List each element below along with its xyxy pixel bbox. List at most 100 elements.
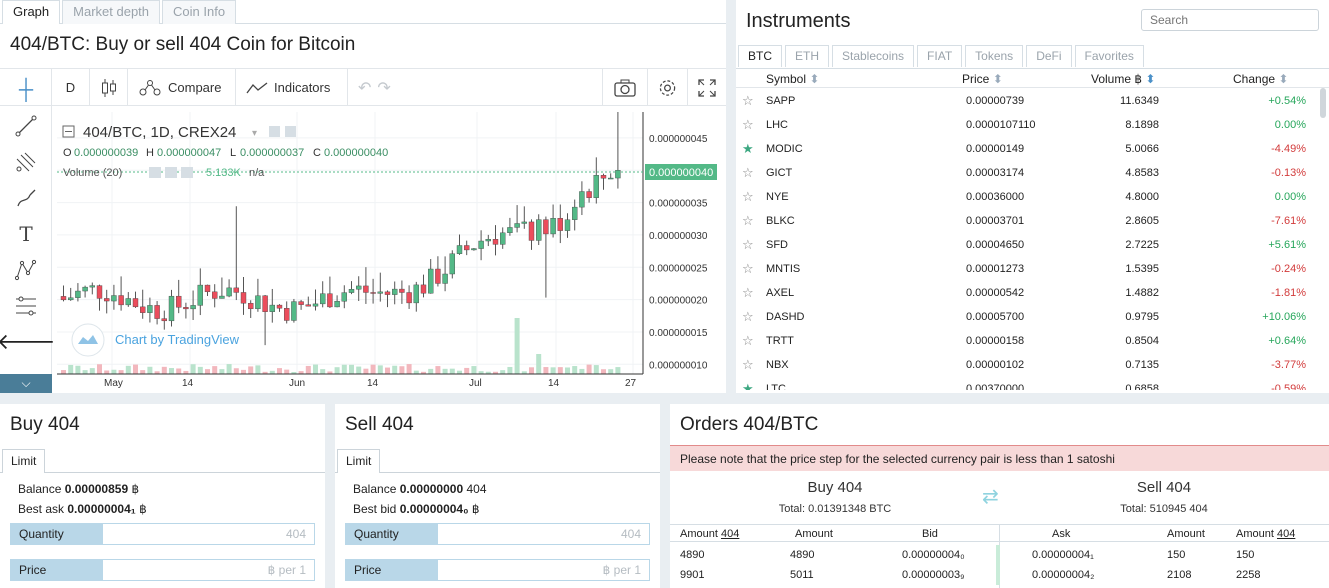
instrument-volume: 0.7135 xyxy=(1125,359,1159,371)
volume-label: Volume (20) xyxy=(63,167,122,179)
candle-body xyxy=(442,273,448,284)
ohlc-low: 0.000000037 xyxy=(240,147,304,159)
sell-limit-tab[interactable]: Limit xyxy=(337,449,381,473)
volume-bar xyxy=(608,369,614,374)
collapse-toolbar-button[interactable]: ⌵ xyxy=(0,374,52,393)
volume-bar xyxy=(104,370,110,374)
tab-market-depth[interactable]: Market depth xyxy=(62,0,161,24)
brush-icon[interactable] xyxy=(12,184,40,212)
instrument-row[interactable]: ★ MODIC 0.00000149 5.0066 -4.49% xyxy=(736,138,1316,162)
tab-fiat[interactable]: FIAT xyxy=(917,45,963,67)
favorite-star-icon[interactable]: ★ xyxy=(742,141,754,157)
instrument-symbol: DASHD xyxy=(766,311,805,323)
svg-text:L: L xyxy=(230,147,236,159)
eye-icon[interactable] xyxy=(269,126,280,137)
sort-icon: ⬍ xyxy=(1278,72,1289,86)
buy-limit-tab[interactable]: Limit xyxy=(2,449,46,473)
instrument-row[interactable]: ☆ BLKC 0.00003701 2.8605 -7.61% xyxy=(736,210,1316,234)
candle-body xyxy=(204,284,211,293)
interval-button[interactable]: D xyxy=(52,69,90,106)
favorite-star-icon[interactable]: ☆ xyxy=(742,117,754,133)
sort-price[interactable]: Price ⬍ xyxy=(962,72,1003,86)
instrument-row[interactable]: ☆ SAPP 0.00000739 11.6349 +0.54% xyxy=(736,90,1316,114)
tradingview-link[interactable]: Chart by TradingView xyxy=(115,332,240,347)
tradingview-logo xyxy=(71,323,105,357)
tab-tokens[interactable]: Tokens xyxy=(965,45,1024,67)
indicators-button[interactable]: Indicators xyxy=(236,69,348,106)
tab-stablecoins[interactable]: Stablecoins xyxy=(832,45,915,67)
swap-icon[interactable]: ⇄ xyxy=(982,484,999,509)
favorite-star-icon[interactable]: ☆ xyxy=(742,357,754,373)
candle-body xyxy=(67,297,74,301)
instrument-row[interactable]: ☆ SFD 0.00004650 2.7225 +5.61% xyxy=(736,234,1316,258)
favorite-star-icon[interactable]: ☆ xyxy=(742,333,754,349)
sort-symbol[interactable]: Symbol ⬍ xyxy=(766,72,819,86)
instrument-row[interactable]: ☆ GICT 0.00003174 4.8583 -0.13% xyxy=(736,162,1316,186)
sell-price-field[interactable]: Price ฿ per 1 xyxy=(345,559,650,581)
instrument-volume: 2.8605 xyxy=(1125,215,1159,227)
search-input[interactable] xyxy=(1141,9,1319,31)
undo-icon[interactable]: ↶ xyxy=(358,78,371,98)
instrument-row[interactable]: ☆ LHC 0.0000107110 8.1898 0.00% xyxy=(736,114,1316,138)
tab-favorites[interactable]: Favorites xyxy=(1074,45,1144,67)
tab-coin-info[interactable]: Coin Info xyxy=(162,0,237,24)
instrument-row[interactable]: ☆ MNTIS 0.00001273 1.5395 -0.24% xyxy=(736,258,1316,282)
instrument-row[interactable]: ☆ NBX 0.00000102 0.7135 -3.77% xyxy=(736,354,1316,378)
price-chart[interactable]: 0.000000045 0.000000040 0.000000035 0.00000… xyxy=(57,112,726,392)
settings-small-icon[interactable] xyxy=(285,126,296,137)
instrument-row[interactable]: ☆ NYE 0.00036000 4.8000 0.00% xyxy=(736,186,1316,210)
favorite-star-icon[interactable]: ☆ xyxy=(742,213,754,229)
pattern-icon[interactable] xyxy=(12,256,40,284)
instrument-row[interactable]: ★ LTC 0.00370000 0.6858 -0.59% xyxy=(736,378,1316,390)
instruments-scrollbar[interactable] xyxy=(1320,88,1326,118)
tab-eth[interactable]: ETH xyxy=(785,45,829,67)
favorite-star-icon[interactable]: ☆ xyxy=(742,165,754,181)
candles-icon xyxy=(101,78,116,97)
redo-icon[interactable]: ↷ xyxy=(377,78,390,98)
text-tool-icon[interactable]: T xyxy=(12,220,40,248)
x-axis: May 14 Jun 14 Jul 14 27 xyxy=(104,378,637,389)
favorite-star-icon[interactable]: ☆ xyxy=(742,93,754,109)
tab-defi[interactable]: DeFi xyxy=(1026,45,1072,67)
settings-button[interactable] xyxy=(648,69,688,106)
crosshair-icon[interactable]: ┼ xyxy=(12,76,40,104)
sell-quantity-field[interactable]: Quantity 404 xyxy=(345,523,650,545)
sort-volume[interactable]: Volume ฿ ⬍ xyxy=(1091,72,1155,86)
volume-bar xyxy=(572,366,578,374)
pitchfork-icon[interactable] xyxy=(12,148,40,176)
favorite-star-icon[interactable]: ☆ xyxy=(742,237,754,253)
legend-dropdown-icon[interactable]: ▾ xyxy=(252,128,257,139)
instrument-volume: 8.1898 xyxy=(1125,119,1159,131)
buy-quantity-field[interactable]: Quantity 404 xyxy=(10,523,315,545)
back-arrow-icon[interactable]: 🡐 xyxy=(0,328,56,356)
instrument-row[interactable]: ☆ AXEL 0.00000542 1.4882 -1.81% xyxy=(736,282,1316,306)
candle-body xyxy=(75,290,81,298)
favorite-star-icon[interactable]: ☆ xyxy=(742,261,754,277)
instrument-row[interactable]: ☆ TRTT 0.00000158 0.8504 +0.64% xyxy=(736,330,1316,354)
instrument-row[interactable]: ☆ DASHD 0.00005700 0.9795 +10.06% xyxy=(736,306,1316,330)
undo-redo: ↶ ↷ xyxy=(348,69,412,106)
favorite-star-icon[interactable]: ☆ xyxy=(742,189,754,205)
volume-bar xyxy=(356,366,362,374)
buy-price-field[interactable]: Price ฿ per 1 xyxy=(10,559,315,581)
compare-button[interactable]: Compare xyxy=(128,69,236,106)
candle-body xyxy=(536,219,542,241)
candle-type-button[interactable] xyxy=(90,69,128,106)
trendline-icon[interactable] xyxy=(12,112,40,140)
fullscreen-button[interactable] xyxy=(688,69,726,106)
favorite-star-icon[interactable]: ☆ xyxy=(742,285,754,301)
fib-icon[interactable] xyxy=(12,292,40,320)
candle-body xyxy=(175,295,182,308)
ohlc-high: 0.000000047 xyxy=(157,147,221,159)
candle-body xyxy=(564,219,571,231)
gear-icon xyxy=(659,79,676,96)
tab-graph[interactable]: Graph xyxy=(2,0,61,24)
screenshot-button[interactable] xyxy=(602,69,648,106)
sort-change[interactable]: Change ⬍ xyxy=(1233,72,1288,86)
favorite-star-icon[interactable]: ☆ xyxy=(742,309,754,325)
favorite-star-icon[interactable]: ★ xyxy=(742,381,754,390)
instrument-change: -3.77% xyxy=(1271,359,1306,371)
tab-btc[interactable]: BTC xyxy=(738,45,782,67)
volume-bar xyxy=(118,370,124,374)
x-tick-label: Jun xyxy=(289,378,305,389)
